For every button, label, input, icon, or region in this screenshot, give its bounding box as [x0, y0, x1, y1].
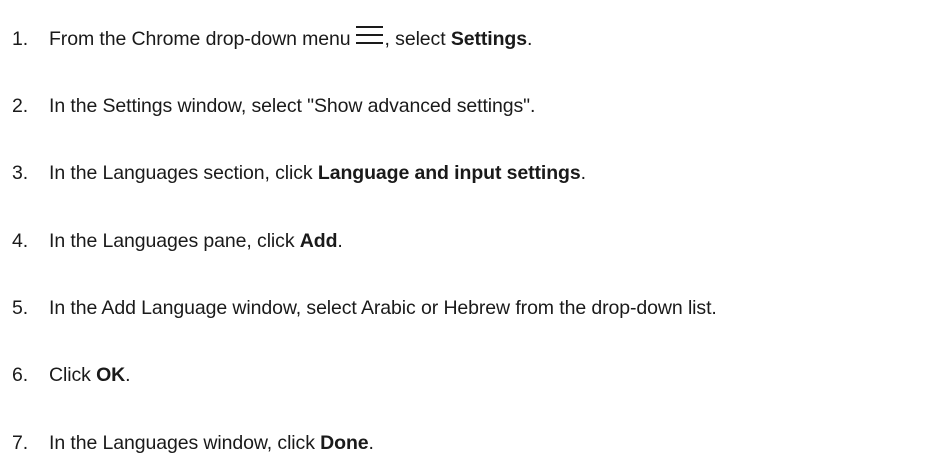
step-1: 1. From the Chrome drop-down menu , sele…	[0, 24, 532, 54]
step-number: 4.	[12, 229, 29, 252]
ui-term: Done	[320, 431, 369, 454]
step-text: Click	[49, 363, 97, 386]
ui-term: Language and input settings	[317, 161, 581, 184]
ui-term: Add	[299, 229, 338, 252]
ui-term: Settings	[450, 27, 527, 50]
step-text: .	[337, 229, 343, 252]
step-text: .	[580, 161, 586, 184]
step-text: In the Languages window, click	[49, 431, 321, 454]
step-5: 5. In the Add Language window, select Ar…	[0, 293, 717, 323]
step-text: , select	[384, 27, 451, 50]
step-4: 4. In the Languages pane, click Add .	[0, 226, 343, 256]
ui-term: OK	[96, 363, 126, 386]
step-3: 3. In the Languages section, click Langu…	[0, 158, 586, 188]
step-7: 7. In the Languages window, click Done .	[0, 428, 374, 458]
step-text: .	[526, 27, 533, 50]
step-text: .	[368, 431, 374, 454]
step-6: 6. Click OK .	[0, 360, 131, 390]
step-number: 1.	[12, 27, 29, 50]
step-number: 6.	[12, 363, 29, 386]
step-text: In the Languages pane, click	[49, 229, 300, 252]
menu-icon	[355, 24, 383, 44]
step-text: From the Chrome drop-down menu	[49, 27, 351, 50]
step-number: 2.	[12, 94, 29, 117]
step-text: In the Add Language window, select Arabi…	[49, 296, 717, 319]
step-text: In the Settings window, select "Show adv…	[49, 94, 536, 117]
step-number: 5.	[12, 296, 29, 319]
step-number: 7.	[12, 431, 29, 454]
step-2: 2. In the Settings window, select "Show …	[0, 91, 535, 121]
step-text: .	[125, 363, 131, 386]
step-text: In the Languages section, click	[49, 161, 318, 184]
step-number: 3.	[12, 161, 29, 184]
